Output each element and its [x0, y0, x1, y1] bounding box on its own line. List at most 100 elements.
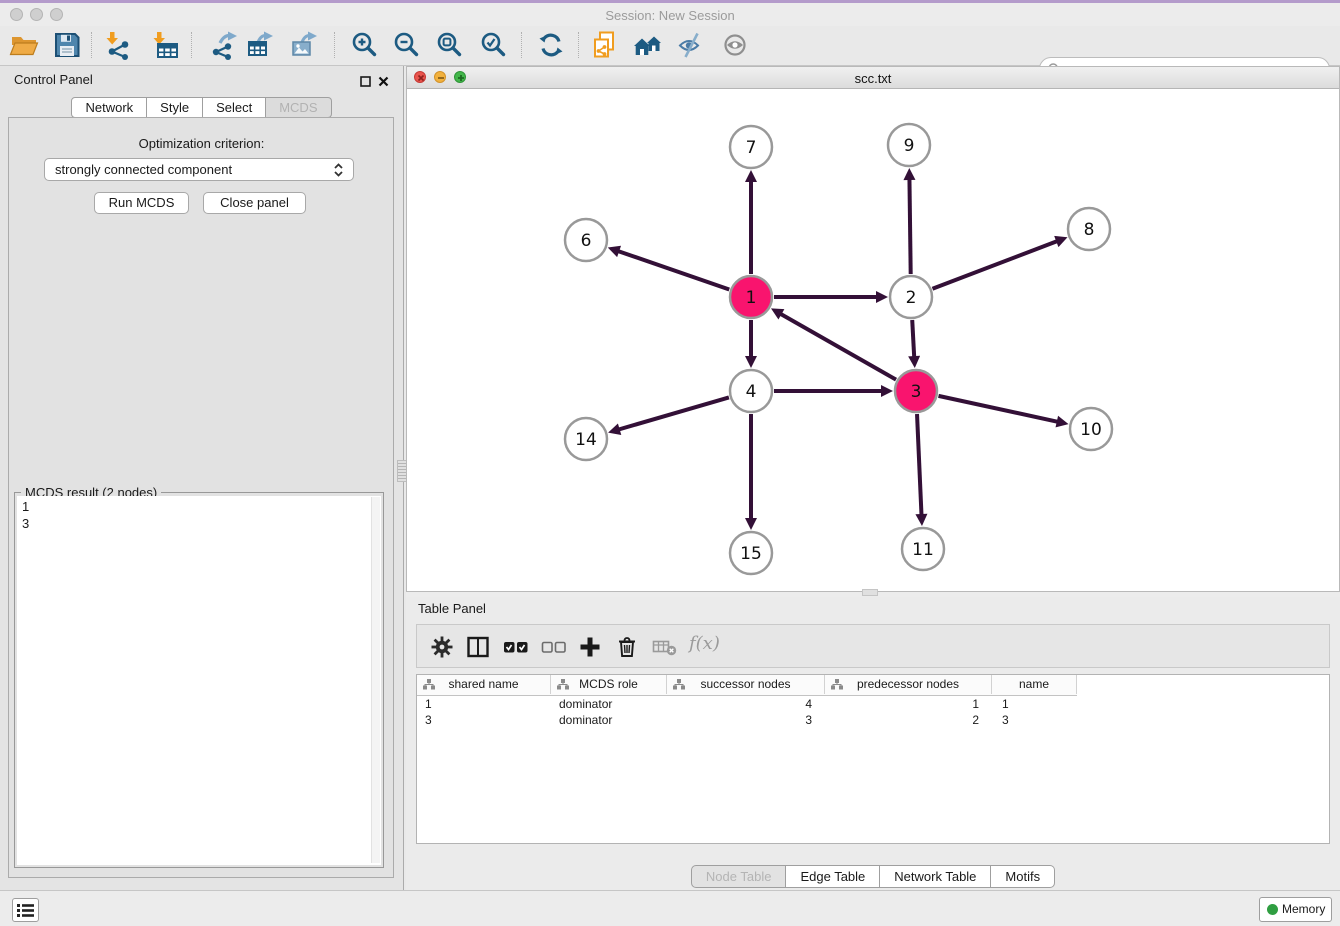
export-image-icon[interactable] — [290, 30, 320, 60]
column-header-successor-nodes[interactable]: successor nodes — [667, 675, 825, 694]
tab-motifs[interactable]: Motifs — [991, 865, 1055, 888]
column-header-predecessor-nodes[interactable]: predecessor nodes — [825, 675, 992, 694]
function-builder-icon: f(x) — [689, 633, 720, 654]
toolbar-separator — [334, 32, 335, 58]
memory-button[interactable]: Memory — [1259, 897, 1332, 922]
edge-2-3[interactable] — [912, 320, 914, 357]
node-label-6: 6 — [581, 231, 592, 251]
open-session-icon[interactable] — [9, 30, 39, 60]
save-session-icon[interactable] — [52, 30, 82, 60]
cell-successor-nodes-row1[interactable]: 4 — [667, 696, 825, 712]
toolbar-separator — [191, 32, 192, 58]
control-panel-tabs: NetworkStyleSelectMCDS — [0, 97, 403, 118]
export-table-icon[interactable] — [246, 30, 276, 60]
edge-2-8[interactable] — [932, 241, 1057, 289]
column-header-name[interactable]: name — [992, 675, 1077, 694]
cell-shared-name-row2[interactable]: 3 — [417, 712, 551, 728]
select-all-icon[interactable] — [503, 635, 527, 659]
table-panel-title: Table Panel — [418, 601, 486, 616]
edge-3-1[interactable] — [781, 314, 896, 380]
node-label-1: 1 — [746, 288, 757, 308]
tab-style[interactable]: Style — [147, 97, 203, 118]
edge-2-9[interactable] — [909, 179, 910, 274]
toolbar-separator — [578, 32, 579, 58]
cell-predecessor-nodes-row2[interactable]: 2 — [825, 712, 992, 728]
toggle-panes-icon[interactable] — [466, 635, 490, 659]
node-label-3: 3 — [911, 382, 922, 402]
main-toolbar — [0, 26, 1340, 66]
apply-layout-icon[interactable] — [536, 30, 566, 60]
optimization-criterion-label: Optimization criterion: — [0, 136, 403, 151]
node-label-4: 4 — [746, 382, 757, 402]
deselect-all-icon[interactable] — [541, 635, 565, 659]
run-mcds-button[interactable]: Run MCDS — [94, 192, 189, 214]
export-network-icon[interactable] — [210, 30, 240, 60]
zoom-selected-icon[interactable] — [478, 30, 508, 60]
node-label-7: 7 — [746, 138, 757, 158]
hide-panels-icon[interactable] — [677, 30, 707, 60]
node-label-11: 11 — [912, 540, 934, 560]
zoom-in-icon[interactable] — [349, 30, 379, 60]
import-table-icon[interactable] — [150, 30, 180, 60]
list-icon — [17, 903, 35, 918]
control-panel: Control Panel NetworkStyleSelectMCDS Opt… — [0, 66, 403, 890]
cell-mcds-role-row1[interactable]: dominator — [551, 696, 667, 712]
close-panel-button[interactable]: Close panel — [203, 192, 306, 214]
edge-3-10[interactable] — [938, 396, 1057, 422]
criterion-dropdown[interactable]: strongly connected component — [44, 158, 354, 181]
window-title: Session: New Session — [0, 8, 1340, 23]
mcds-result-text[interactable]: 1 3 — [17, 496, 381, 865]
result-scrollbar[interactable] — [371, 497, 380, 863]
float-panel-icon[interactable] — [360, 74, 371, 85]
network-canvas[interactable]: 7968124314101511 — [407, 89, 1339, 591]
close-panel-icon[interactable] — [378, 74, 389, 85]
table-panel: Table Panel f(x) shared nameMCDS rolesuc — [406, 597, 1340, 890]
column-header-shared-name[interactable]: shared name — [417, 675, 551, 694]
criterion-value: strongly connected component — [55, 162, 232, 177]
column-header-mcds-role[interactable]: MCDS role — [551, 675, 667, 694]
zoom-fit-icon[interactable] — [434, 30, 464, 60]
cell-mcds-role-row2[interactable]: dominator — [551, 712, 667, 728]
edge-4-14[interactable] — [619, 397, 729, 429]
node-table-body: 1dominator4113dominator323 — [417, 696, 1329, 728]
window-titlebar: Session: New Session — [0, 3, 1340, 26]
cell-name-row1[interactable]: 1 — [992, 696, 1077, 712]
clone-network-icon[interactable] — [590, 30, 620, 60]
node-label-10: 10 — [1080, 420, 1102, 440]
import-network-icon[interactable] — [103, 30, 133, 60]
table-row-1[interactable]: 1dominator411 — [417, 696, 1329, 712]
cell-name-row2[interactable]: 3 — [992, 712, 1077, 728]
tab-node-table[interactable]: Node Table — [691, 865, 787, 888]
delete-column-icon[interactable] — [615, 635, 639, 659]
table-panel-tabs: Node TableEdge TableNetwork TableMotifs — [406, 865, 1340, 888]
add-column-icon[interactable] — [578, 635, 602, 659]
control-panel-title: Control Panel — [14, 72, 93, 87]
zoom-out-icon[interactable] — [391, 30, 421, 60]
memory-status-dot — [1267, 904, 1278, 915]
tab-network-table[interactable]: Network Table — [880, 865, 991, 888]
table-settings-icon[interactable] — [430, 635, 454, 659]
task-history-button[interactable] — [12, 898, 39, 922]
toolbar-separator — [91, 32, 92, 58]
network-window-titlebar[interactable]: scc.txt — [407, 67, 1339, 89]
table-toolbar: f(x) — [416, 624, 1330, 668]
node-table-header: shared nameMCDS rolesuccessor nodesprede… — [417, 675, 1077, 696]
network-title: scc.txt — [407, 71, 1339, 86]
toolbar-separator — [521, 32, 522, 58]
network-overview-icon[interactable] — [633, 30, 663, 60]
edge-1-6[interactable] — [618, 251, 729, 289]
edge-3-11[interactable] — [917, 414, 921, 515]
table-row-3[interactable]: 3dominator323 — [417, 712, 1329, 728]
tab-network[interactable]: Network — [71, 97, 147, 118]
cell-predecessor-nodes-row1[interactable]: 1 — [825, 696, 992, 712]
tab-select[interactable]: Select — [203, 97, 266, 118]
cell-shared-name-row1[interactable]: 1 — [417, 696, 551, 712]
horizontal-splitter-grip[interactable] — [862, 589, 878, 596]
tab-mcds[interactable]: MCDS — [266, 97, 331, 118]
cell-successor-nodes-row2[interactable]: 3 — [667, 712, 825, 728]
tab-edge-table[interactable]: Edge Table — [786, 865, 880, 888]
status-bar: Memory — [0, 890, 1340, 926]
node-label-2: 2 — [906, 288, 917, 308]
mcds-result-group: MCDS result (2 nodes) 1 3 — [14, 492, 384, 868]
network-view-window: scc.txt 7968124314101511 — [406, 66, 1340, 592]
